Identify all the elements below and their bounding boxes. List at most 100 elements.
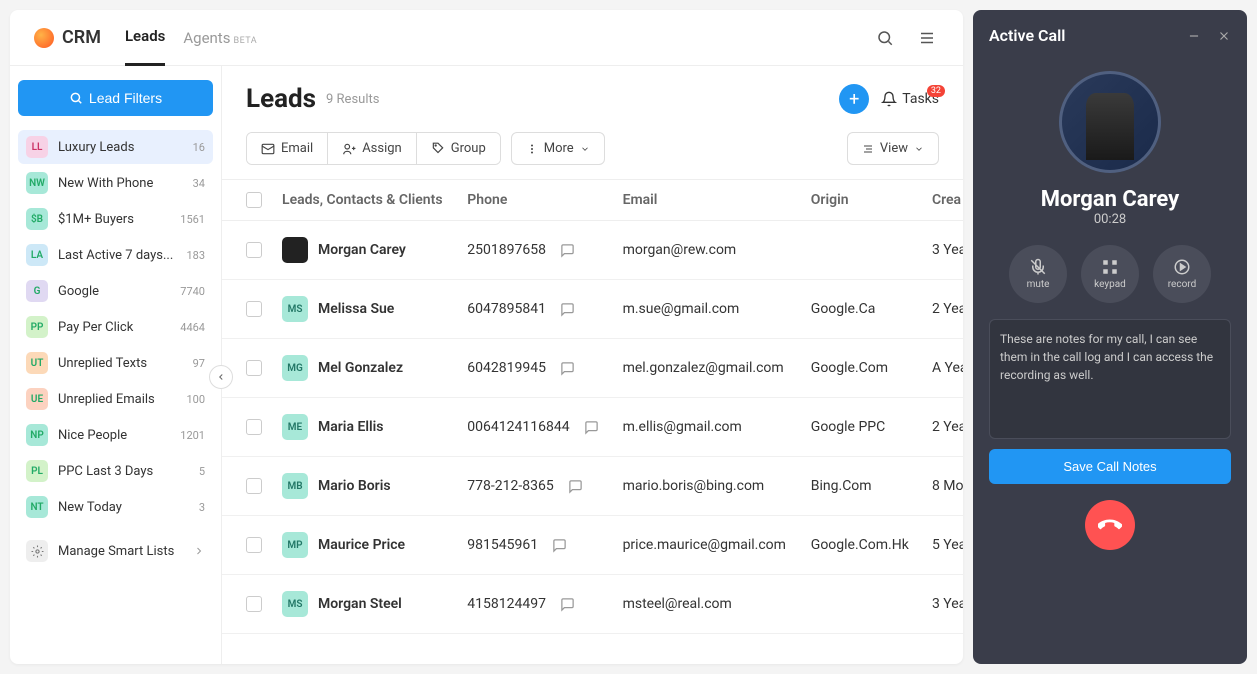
- collapse-sidebar-button[interactable]: [209, 365, 233, 389]
- list-badge: NW: [26, 172, 48, 194]
- list-label: New With Phone: [58, 176, 193, 191]
- lead-origin: Bing.Com: [801, 457, 922, 516]
- add-lead-button[interactable]: +: [839, 84, 869, 114]
- lead-created: 2 Yea: [922, 280, 963, 339]
- page-title: Leads: [246, 84, 316, 114]
- beta-badge: BETA: [233, 36, 257, 46]
- tasks-button[interactable]: Tasks 32: [881, 91, 939, 107]
- sidebar-item[interactable]: LA Last Active 7 days... 183: [18, 238, 213, 272]
- message-icon[interactable]: [560, 361, 575, 376]
- row-checkbox[interactable]: [246, 596, 262, 612]
- sidebar-item[interactable]: $B $1M+ Buyers 1561: [18, 202, 213, 236]
- assign-label: Assign: [362, 141, 402, 156]
- sliders-icon: [862, 143, 874, 155]
- table-row[interactable]: MSMorgan Steel 4158124497 msteel@real.co…: [222, 575, 963, 634]
- lead-name: Morgan Carey: [318, 242, 406, 258]
- message-icon[interactable]: [568, 479, 583, 494]
- sidebar-item[interactable]: NP Nice People 1201: [18, 418, 213, 452]
- list-label: PPC Last 3 Days: [58, 464, 199, 479]
- table-row[interactable]: MPMaurice Price 981545961 price.maurice@…: [222, 516, 963, 575]
- table-row[interactable]: Morgan Carey 2501897658 morgan@rew.com 3…: [222, 221, 963, 280]
- message-icon[interactable]: [560, 302, 575, 317]
- row-checkbox[interactable]: [246, 537, 262, 553]
- sidebar-item[interactable]: NT New Today 3: [18, 490, 213, 524]
- lead-avatar: [282, 237, 308, 263]
- sidebar-item[interactable]: UE Unreplied Emails 100: [18, 382, 213, 416]
- close-call-button[interactable]: [1217, 29, 1231, 43]
- col-created[interactable]: Crea: [922, 180, 963, 221]
- row-checkbox[interactable]: [246, 419, 262, 435]
- menu-icon[interactable]: [915, 26, 939, 50]
- lead-filters-button[interactable]: Lead Filters: [18, 80, 213, 116]
- sidebar-item[interactable]: G Google 7740: [18, 274, 213, 308]
- col-phone[interactable]: Phone: [457, 180, 612, 221]
- row-checkbox[interactable]: [246, 242, 262, 258]
- list-label: Unreplied Texts: [58, 356, 193, 371]
- lead-phone: 0064124116844: [467, 419, 569, 435]
- record-button[interactable]: record: [1153, 245, 1211, 303]
- view-button[interactable]: View: [847, 132, 939, 165]
- nav-tab-agents[interactable]: AgentsBETA: [183, 11, 257, 65]
- message-icon[interactable]: [552, 538, 567, 553]
- table-row[interactable]: MGMel Gonzalez 6042819945 mel.gonzalez@g…: [222, 339, 963, 398]
- email-label: Email: [281, 141, 313, 156]
- list-count: 1561: [180, 213, 205, 226]
- mute-button[interactable]: mute: [1009, 245, 1067, 303]
- sidebar-item[interactable]: LL Luxury Leads 16: [18, 130, 213, 164]
- lead-avatar: MG: [282, 355, 308, 381]
- mail-icon: [261, 142, 275, 156]
- call-panel-title: Active Call: [989, 26, 1065, 45]
- lead-name: Mario Boris: [318, 478, 391, 494]
- call-contact-name: Morgan Carey: [989, 187, 1231, 212]
- col-origin[interactable]: Origin: [801, 180, 922, 221]
- search-icon[interactable]: [873, 26, 897, 50]
- minimize-call-button[interactable]: [1187, 29, 1201, 43]
- nav-tab-leads[interactable]: Leads: [125, 10, 165, 66]
- sidebar-item[interactable]: UT Unreplied Texts 97: [18, 346, 213, 380]
- row-checkbox[interactable]: [246, 301, 262, 317]
- table-row[interactable]: MEMaria Ellis 0064124116844 m.ellis@gmai…: [222, 398, 963, 457]
- col-email[interactable]: Email: [613, 180, 801, 221]
- lead-created: 5 Yea: [922, 516, 963, 575]
- more-button[interactable]: More: [511, 132, 605, 165]
- call-duration: 00:28: [989, 212, 1231, 227]
- list-badge: PP: [26, 316, 48, 338]
- message-icon[interactable]: [584, 420, 599, 435]
- call-notes-textarea[interactable]: These are notes for my call, I can see t…: [989, 319, 1231, 439]
- lead-origin: Google.Com: [801, 339, 922, 398]
- email-button[interactable]: Email: [247, 133, 328, 164]
- select-all-checkbox[interactable]: [246, 192, 262, 208]
- table-row[interactable]: MBMario Boris 778-212-8365 mario.boris@b…: [222, 457, 963, 516]
- list-badge: PL: [26, 460, 48, 482]
- lead-origin: Google.Com.Hk: [801, 516, 922, 575]
- list-label: $1M+ Buyers: [58, 212, 180, 227]
- table-row[interactable]: MSMelissa Sue 6047895841 m.sue@gmail.com…: [222, 280, 963, 339]
- assign-button[interactable]: Assign: [328, 133, 417, 164]
- message-icon[interactable]: [560, 243, 575, 258]
- call-avatar: [1059, 71, 1161, 173]
- lead-phone: 6047895841: [467, 301, 546, 317]
- sidebar-item[interactable]: NW New With Phone 34: [18, 166, 213, 200]
- message-icon[interactable]: [560, 597, 575, 612]
- row-checkbox[interactable]: [246, 360, 262, 376]
- manage-smart-lists[interactable]: Manage Smart Lists: [18, 532, 213, 570]
- row-checkbox[interactable]: [246, 478, 262, 494]
- sidebar-item[interactable]: PL PPC Last 3 Days 5: [18, 454, 213, 488]
- save-notes-button[interactable]: Save Call Notes: [989, 449, 1231, 484]
- mute-icon: [1029, 258, 1047, 276]
- group-button[interactable]: Group: [417, 133, 500, 164]
- manage-label: Manage Smart Lists: [58, 544, 193, 559]
- keypad-button[interactable]: keypad: [1081, 245, 1139, 303]
- lead-phone: 981545961: [467, 537, 538, 553]
- chevron-down-icon: [914, 144, 924, 154]
- lead-email: m.ellis@gmail.com: [613, 398, 801, 457]
- app-logo: [34, 28, 54, 48]
- list-label: Google: [58, 284, 180, 299]
- list-badge: UT: [26, 352, 48, 374]
- list-count: 4464: [180, 321, 205, 334]
- lead-email: price.maurice@gmail.com: [613, 516, 801, 575]
- list-label: Last Active 7 days...: [58, 248, 186, 263]
- sidebar-item[interactable]: PP Pay Per Click 4464: [18, 310, 213, 344]
- col-leads[interactable]: Leads, Contacts & Clients: [272, 180, 457, 221]
- hangup-button[interactable]: [1085, 500, 1135, 550]
